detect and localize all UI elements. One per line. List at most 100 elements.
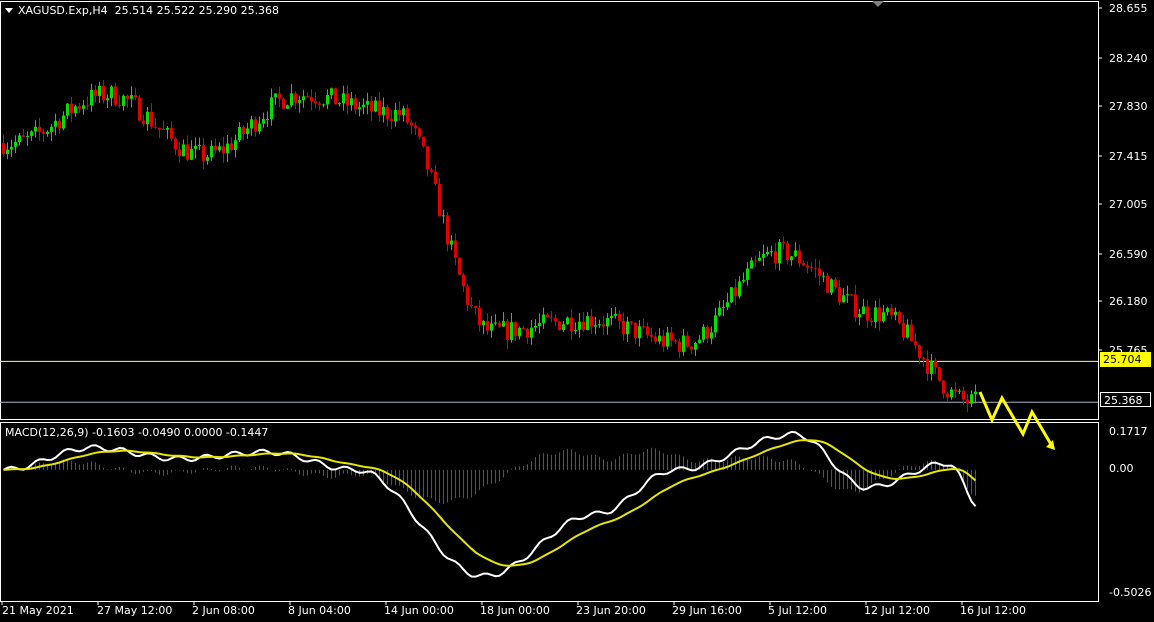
candle-body [386, 106, 389, 119]
candle-body [970, 394, 973, 404]
candle-body [866, 306, 869, 321]
candle-body [454, 240, 457, 258]
candle-body [874, 307, 877, 323]
triangle-down-icon[interactable] [5, 8, 13, 13]
candle-body [854, 294, 857, 318]
candle-body [550, 317, 553, 319]
candle-body [302, 96, 305, 101]
candle-body [790, 256, 793, 261]
candle-body [210, 145, 213, 158]
candle-body [830, 279, 833, 293]
candle-body [222, 146, 225, 154]
candle-body [306, 96, 309, 98]
time-tick: 23 Jun 20:00 [576, 604, 646, 617]
candle-body [894, 311, 897, 315]
candle-body [698, 339, 701, 343]
candle-body [342, 93, 345, 104]
candle-body [206, 157, 209, 161]
candle-body [702, 326, 705, 340]
candle-body [22, 135, 25, 137]
price-tick: 27.415 [1109, 150, 1148, 163]
candle-body [638, 326, 641, 339]
candle-body [686, 335, 689, 347]
candle-body [738, 281, 741, 297]
candle-body [786, 243, 789, 261]
candle-body [582, 321, 585, 331]
candle-body [110, 86, 113, 99]
candle-body [810, 267, 813, 269]
time-tick: 5 Jul 12:00 [768, 604, 827, 617]
candle-body [886, 308, 889, 313]
candle-body [974, 391, 977, 395]
candle-body [554, 318, 557, 322]
candle-body [266, 119, 269, 121]
candle-body [922, 358, 925, 360]
candle-body [374, 100, 377, 112]
candle-body [858, 314, 861, 318]
candle-body [594, 325, 597, 327]
candle-body [954, 389, 957, 392]
candle-body [402, 108, 405, 115]
candle-body [238, 126, 241, 141]
chart-canvas[interactable] [0, 0, 1154, 622]
candle-body [142, 120, 145, 125]
candle-body [318, 103, 321, 105]
time-tick: 14 Jun 00:00 [384, 604, 454, 617]
candle-body [834, 279, 837, 288]
candle-body [254, 119, 257, 132]
candle-body [598, 324, 601, 326]
candle-body [2, 143, 5, 155]
candle-body [282, 98, 285, 109]
candle-body [166, 127, 169, 130]
candle-body [362, 104, 365, 108]
candle-body [774, 251, 777, 264]
candle-body [58, 120, 61, 129]
candle-body [546, 314, 549, 318]
candle-body [466, 286, 469, 305]
candle-body [846, 294, 849, 296]
candle-body [758, 257, 761, 261]
time-tick: 21 May 2021 [2, 604, 74, 617]
candle-body [482, 321, 485, 326]
candle-body [66, 103, 69, 116]
candle-body [46, 131, 49, 134]
candle-body [298, 100, 301, 103]
price-tick: 27.830 [1109, 100, 1148, 113]
ohlc-values: 25.514 25.522 25.290 25.368 [114, 4, 280, 17]
candle-body [470, 304, 473, 307]
candle-body [490, 323, 493, 331]
candle-body [930, 360, 933, 374]
candle-body [918, 345, 921, 359]
candle-body [10, 146, 13, 150]
candle-body [278, 93, 281, 99]
candle-body [822, 275, 825, 277]
candle-body [730, 287, 733, 303]
candle-body [902, 322, 905, 338]
candle-body [678, 341, 681, 352]
candle-body [566, 317, 569, 325]
candle-body [770, 251, 773, 253]
candle-body [406, 108, 409, 123]
candle-body [90, 89, 93, 106]
candle-body [242, 126, 245, 134]
candle-body [274, 93, 277, 98]
candle-body [366, 100, 369, 105]
candle-body [726, 302, 729, 308]
candle-body [358, 107, 361, 110]
candle-body [890, 308, 893, 315]
candle-body [750, 260, 753, 269]
candle-body [722, 307, 725, 309]
candle-body [190, 148, 193, 160]
candle-body [62, 115, 65, 129]
scroll-marker-icon [872, 1, 884, 7]
time-tick: 18 Jun 00:00 [480, 604, 550, 617]
price-tick: 27.005 [1109, 198, 1148, 211]
macd-tick: 0.00 [1109, 462, 1134, 475]
candle-body [86, 105, 89, 107]
candle-body [762, 254, 765, 258]
candle-body [314, 101, 317, 104]
candle-body [422, 136, 425, 147]
candle-body [754, 260, 757, 262]
candle-body [394, 109, 397, 122]
candle-body [434, 171, 437, 185]
